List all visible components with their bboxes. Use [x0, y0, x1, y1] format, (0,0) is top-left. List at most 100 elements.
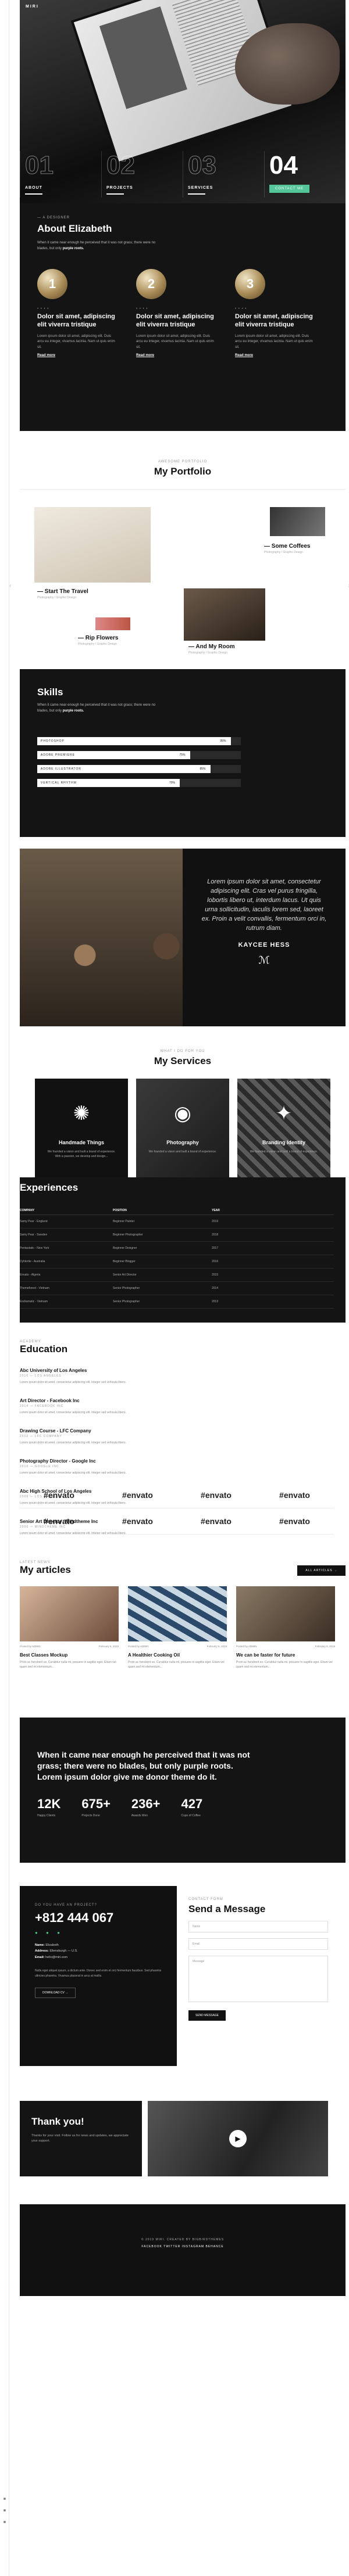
about-tag: — A DESIGNER — [37, 216, 70, 220]
feature-dots: • • • • — [37, 307, 49, 311]
envato-logo[interactable]: #envato — [98, 1482, 177, 1508]
article-image[interactable] — [128, 1586, 227, 1641]
hero-tab-label: ABOUT — [25, 186, 42, 190]
article-card[interactable]: Posted by ADMIN February 5, 2019 A Health… — [128, 1586, 227, 1669]
service-card[interactable]: ✦ Branding Identity We founded a vision … — [237, 1079, 330, 1180]
counters-section: When it came near enough he perceived th… — [20, 1718, 346, 1863]
contact-info-card: DO YOU HAVE AN PROJECT? +812 444 067 ● ●… — [20, 1886, 177, 2066]
about-title: About Elizabeth — [37, 223, 112, 234]
portfolio-image-travel[interactable] — [34, 507, 151, 583]
play-icon[interactable]: ▶ — [229, 2130, 247, 2147]
contact-section: DO YOU HAVE AN PROJECT? +812 444 067 ● ●… — [20, 1863, 346, 2095]
portfolio-caption[interactable]: — Start The Travel Photography / Graphic … — [37, 588, 88, 599]
table-cell: 2016 — [212, 1260, 219, 1263]
service-desc: We founded a vision and built a brand of… — [250, 1150, 318, 1154]
table-cell: Themeforest - Vietnam — [20, 1287, 49, 1290]
portfolio-image-coffee[interactable] — [270, 507, 325, 536]
experiences-section: Experiences COMPANY POSITION YEAR Samy P… — [20, 1177, 346, 1323]
article-excerpt: Proin ac hendrerit ex. Curabitur nulla m… — [236, 1661, 333, 1669]
rail-dot[interactable] — [3, 2509, 6, 2512]
phone-number[interactable]: +812 444 067 — [35, 1910, 162, 1925]
portfolio-image-room[interactable] — [184, 588, 265, 641]
copyright: © 2019 MIRI. CREATED BY BIGBIRDTHEMES — [141, 2238, 225, 2241]
rail-dot[interactable] — [3, 2498, 6, 2500]
skill-bar: PHOTOSHOP 95% — [37, 737, 241, 746]
table-row: Themeforest - Vietnam Senior Photographer… — [20, 1282, 334, 1295]
article-title[interactable]: A Healthier Cooking Oil — [128, 1652, 227, 1658]
read-more-link[interactable]: Read more — [136, 354, 218, 357]
hero-tab-services[interactable]: 03 SERVICES — [183, 151, 264, 197]
footer: © 2019 MIRI. CREATED BY BIGBIRDTHEMES FA… — [20, 2204, 346, 2296]
article-image[interactable] — [20, 1586, 119, 1641]
video-thumbnail[interactable]: ▶ — [148, 2101, 328, 2176]
message-field[interactable]: Message — [188, 1956, 328, 2002]
brand-logo[interactable]: MIRI — [26, 5, 39, 9]
skill-percent: 85% — [200, 767, 206, 771]
testimonial-section: Lorem ipsum dolor sit amet, consectetur … — [20, 849, 346, 1026]
contact-tag: DO YOU HAVE AN PROJECT? — [35, 1903, 97, 1907]
portfolio-caption[interactable]: — And My Room Photography / Graphic Desig… — [188, 644, 235, 655]
read-more-link[interactable]: Read more — [235, 354, 316, 357]
counter: 12K Happy Clients — [37, 1796, 61, 1817]
service-card[interactable]: ✺ Handmade Things We founded a vision an… — [35, 1079, 128, 1180]
feature-dots: • • • • — [136, 307, 148, 311]
article-title[interactable]: We can be faster for future — [236, 1652, 335, 1658]
article-title[interactable]: Best Classes Mockup — [20, 1652, 119, 1658]
footer-nav[interactable]: FACEBOOK TWITTER INSTAGRAM BEHANCE — [20, 2245, 346, 2248]
education-item-date: 2010 — GOOGLE INC — [20, 1465, 59, 1468]
portfolio-caption[interactable]: — Rip Flowers Photography / Graphic Desig… — [78, 635, 124, 646]
email-field[interactable]: Email — [188, 1938, 328, 1950]
envato-logo[interactable]: #envato — [255, 1482, 334, 1508]
envato-logo[interactable]: #envato — [177, 1482, 255, 1508]
table-cell: 2018 — [212, 1233, 219, 1237]
portfolio-image-flowers[interactable] — [95, 617, 130, 630]
about-description: When it came near enough he perceived th… — [37, 241, 156, 250]
social-icons[interactable]: ● ● ● — [35, 1930, 162, 1935]
table-cell: Beginner Blogger — [113, 1260, 136, 1263]
name-field[interactable]: Name — [188, 1921, 328, 1932]
portfolio-tag: AWESOME PORTFOLIO — [158, 460, 208, 464]
download-cv-button[interactable]: DOWNLOAD CV → — [35, 1988, 76, 1999]
education-item-text: Lorem ipsum dolor sit amet, consectetur … — [20, 1381, 126, 1384]
envato-logo[interactable]: #envato — [20, 1482, 98, 1508]
article-image[interactable] — [236, 1586, 335, 1641]
feature-dots: • • • • — [235, 307, 247, 311]
contact-me-button[interactable]: CONTACT ME — [269, 185, 310, 193]
hero-tab-projects[interactable]: 02 PROJECTS — [101, 151, 183, 197]
feature-card: 1 • • • • Dolor sit amet, adipiscing eli… — [37, 269, 119, 357]
hero-tab-number: 01 — [25, 151, 54, 180]
table-row: Endramatic - Vietnam Senior Photographer 2… — [20, 1295, 334, 1309]
articles-section: LATEST NEWS My articles ALL ARTICLES → P… — [20, 1549, 346, 1718]
hero-tab-about[interactable]: 01 ABOUT — [20, 151, 101, 197]
envato-logo[interactable]: #envato — [177, 1508, 255, 1535]
services-tag: WHAT I DO FOR YOU — [160, 1050, 205, 1053]
signature-icon: ℳ — [258, 954, 270, 966]
table-cell: 2014 — [212, 1287, 219, 1290]
table-cell: Dyhlertie - Australia — [20, 1260, 45, 1263]
send-message-button[interactable]: SEND MESSAGE — [188, 2010, 226, 2021]
hero: MIRI 01 ABOUT 02 PROJECTS 03 SERVICES 04… — [20, 0, 346, 203]
article-card[interactable]: Posted by ADMIN February 5, 2019 Best Cla… — [20, 1586, 119, 1669]
feature-title: Dolor sit amet, adipiscing elit viverra … — [37, 313, 115, 328]
feature-card: 3 • • • • Dolor sit amet, adipiscing eli… — [235, 269, 316, 357]
envato-logo[interactable]: #envato — [255, 1508, 334, 1535]
hero-tab-label: SERVICES — [188, 186, 213, 190]
services-section: WHAT I DO FOR YOU My Services ✺ Handmade… — [20, 1026, 346, 1180]
service-card[interactable]: ◉ Photography We founded a vision and bu… — [136, 1079, 229, 1180]
envato-logo[interactable]: #envato — [98, 1508, 177, 1535]
handmade-icon: ✺ — [73, 1102, 90, 1124]
article-excerpt: Proin ac hendrerit ex. Curabitur nulla m… — [128, 1661, 225, 1669]
portfolio-caption[interactable]: — Some Coffees Photography / Graphic Desi… — [264, 543, 310, 554]
rail-dot[interactable] — [3, 2521, 6, 2523]
envato-logo[interactable]: #envato — [20, 1508, 98, 1535]
table-cell: Samy Pear - Sweden — [20, 1233, 48, 1237]
article-card[interactable]: Posted by ADMIN February 5, 2019 We can b… — [236, 1586, 335, 1669]
testimonial-author: KAYCEE HESS — [238, 941, 290, 949]
education-item-title: Abc University of Los Angeles — [20, 1368, 87, 1373]
hero-tab-number: 03 — [188, 151, 217, 180]
read-more-link[interactable]: Read more — [37, 354, 119, 357]
hero-tab-contact[interactable]: 04 CONTACT ME — [264, 151, 346, 197]
all-articles-button[interactable]: ALL ARTICLES → — [297, 1565, 346, 1576]
chevron-left-icon[interactable]: ‹ — [9, 583, 11, 589]
skills-list: PHOTOSHOP 95% ADOBE PREMIERE 75% ADOBE I… — [37, 737, 241, 788]
